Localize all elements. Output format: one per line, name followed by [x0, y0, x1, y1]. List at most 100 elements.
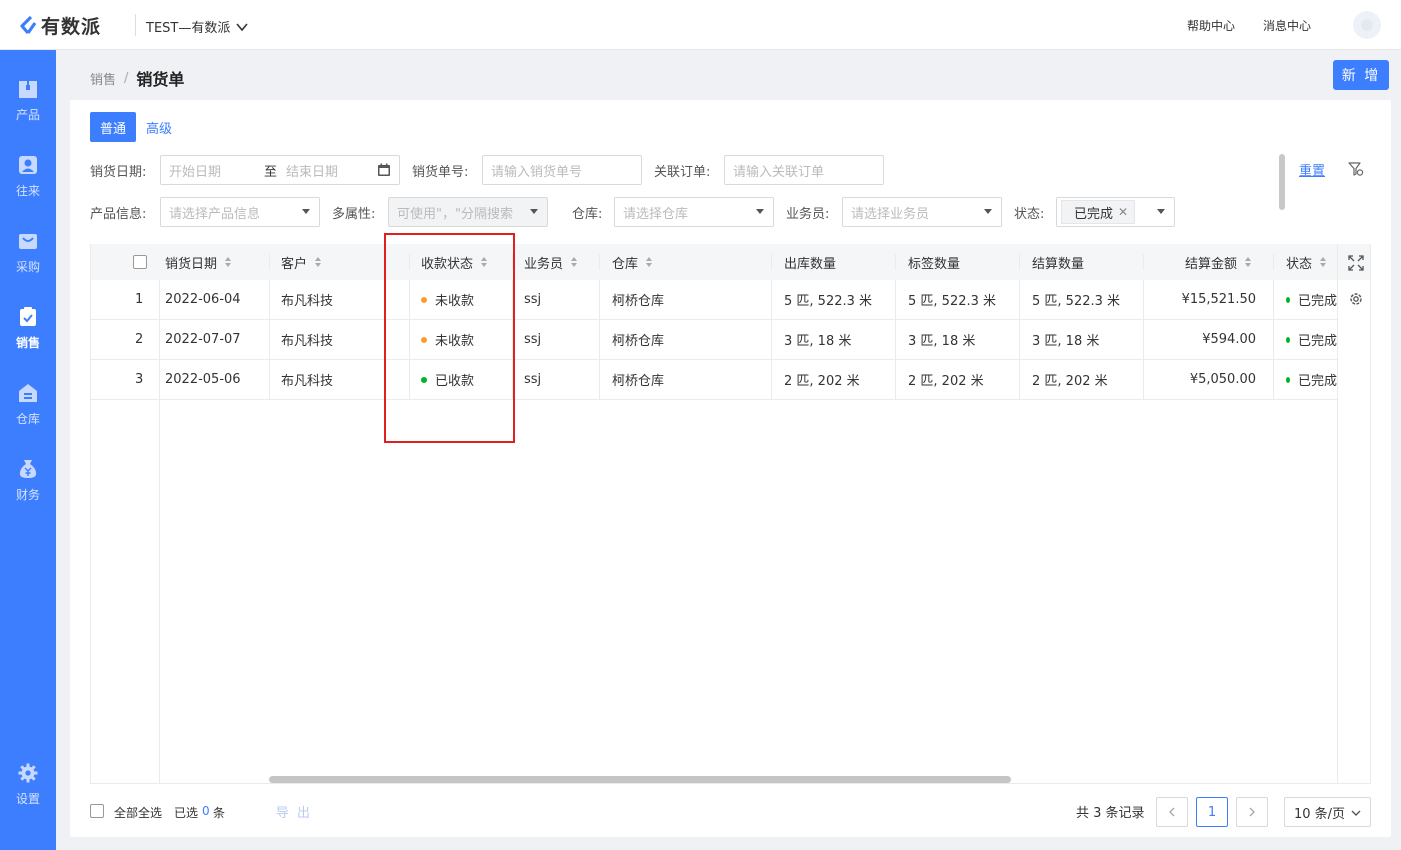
select-all-label: 全部全选 [114, 806, 163, 820]
header-label: 状态 [1286, 256, 1313, 272]
header-salesman[interactable]: 业务员 [524, 244, 578, 280]
cart-icon [17, 230, 39, 252]
sort-icon[interactable] [1320, 257, 1327, 267]
sidebar-label: 销售 [15, 336, 40, 350]
sidebar-label: 往来 [15, 184, 40, 198]
select-all-pages-checkbox[interactable] [90, 804, 104, 818]
sidebar-item-product[interactable]: 产品 [0, 78, 56, 138]
cell-customer: 布凡科技 [281, 334, 334, 349]
brand-logo[interactable]: 有数派 [18, 12, 101, 38]
next-page-button[interactable] [1236, 797, 1268, 827]
chevron-left-icon [1169, 807, 1175, 817]
column-divider[interactable] [1273, 254, 1274, 270]
header-label: 仓库 [612, 256, 639, 272]
table-row[interactable]: 3 2022-05-06 布凡科技 已收款 ssj 柯桥仓库 2 匹, 202 … [91, 360, 1337, 400]
column-divider[interactable] [895, 254, 896, 270]
new-button[interactable]: 新 增 [1333, 60, 1389, 90]
status-select[interactable]: 已完成 ✕ [1056, 197, 1175, 227]
cell-settle-amount: ¥15,521.50 [1181, 292, 1256, 307]
chevron-down-icon [236, 22, 248, 31]
cell-warehouse: 柯桥仓库 [612, 374, 665, 389]
sidebar-item-finance[interactable]: 财务 [0, 458, 56, 518]
breadcrumb: 销售 / 销货单 [90, 66, 184, 90]
product-select-placeholder: 请选择产品信息 [169, 206, 261, 222]
sort-icon[interactable] [315, 257, 322, 267]
selected-prefix: 已选 [174, 806, 199, 820]
filter-settings-icon[interactable] [1348, 161, 1364, 177]
warehouse-select[interactable]: 请选择仓库 [614, 197, 774, 227]
sidebar-item-sales[interactable]: 销售 [0, 306, 56, 366]
page-size-value: 10 条/页 [1294, 806, 1346, 822]
select-all-checkbox[interactable] [133, 255, 147, 269]
help-center-link[interactable]: 帮助中心 [1187, 17, 1235, 34]
table-row[interactable]: 1 2022-06-04 布凡科技 未收款 ssj 柯桥仓库 5 匹, 522.… [91, 280, 1337, 320]
date-end-input[interactable]: 结束日期 [286, 161, 338, 180]
product-select[interactable]: 请选择产品信息 [160, 197, 320, 227]
cell-label-qty: 3 匹, 18 米 [908, 334, 976, 349]
gear-icon [17, 762, 39, 784]
related-order-input[interactable]: 请输入关联订单 [724, 155, 884, 185]
status-dot [1286, 376, 1290, 383]
breadcrumb-separator: / [124, 70, 129, 86]
message-center-link[interactable]: 消息中心 [1263, 17, 1311, 34]
cell-customer: 布凡科技 [281, 294, 334, 309]
sort-icon[interactable] [1245, 257, 1252, 267]
row-index: 2 [135, 332, 144, 347]
column-divider[interactable] [269, 254, 270, 270]
status-text: 已完成 [1297, 374, 1337, 389]
sort-icon[interactable] [225, 257, 232, 267]
breadcrumb-parent[interactable]: 销售 [90, 69, 116, 88]
warehouse-filter-label: 仓库: [572, 207, 603, 222]
export-button[interactable]: 导 出 [266, 797, 322, 825]
order-no-input[interactable]: 请输入销货单号 [482, 155, 642, 185]
logo-mark-icon [18, 14, 38, 36]
close-icon[interactable]: ✕ [1118, 205, 1128, 219]
header-settle-amount[interactable]: 结算金额 [1185, 244, 1252, 280]
cell-date: 2022-06-04 [165, 292, 241, 307]
column-divider[interactable] [599, 254, 600, 270]
sort-icon[interactable] [571, 257, 578, 267]
tab-basic[interactable]: 普通 [90, 112, 137, 142]
sidebar-item-warehouse[interactable]: 仓库 [0, 382, 56, 442]
cell-salesman: ssj [524, 292, 542, 307]
header-customer[interactable]: 客户 [281, 244, 322, 280]
highlight-annotation [384, 233, 515, 443]
header-warehouse[interactable]: 仓库 [612, 244, 653, 280]
reset-button[interactable]: 重置 [1299, 160, 1325, 179]
cell-salesman: ssj [524, 332, 542, 347]
date-range-picker[interactable]: 开始日期 至 结束日期 [160, 155, 400, 185]
column-settings-icon[interactable] [1348, 291, 1364, 307]
header-status[interactable]: 状态 [1286, 244, 1327, 280]
warehouse-select-placeholder: 请选择仓库 [623, 206, 689, 222]
sidebar-item-contacts[interactable]: 往来 [0, 154, 56, 214]
status-dot [1286, 336, 1290, 343]
filter-scrollbar[interactable] [1279, 154, 1285, 210]
row-index: 1 [135, 292, 144, 307]
column-divider[interactable] [1143, 254, 1144, 270]
horizontal-scrollbar[interactable] [269, 776, 1011, 783]
page-number-button[interactable]: 1 [1196, 797, 1228, 827]
page-title: 销货单 [136, 70, 185, 89]
top-bar: 有数派 TEST—有数派 帮助中心 消息中心 [0, 0, 1401, 50]
tab-advanced[interactable]: 高级 [136, 112, 182, 142]
related-order-label: 关联订单: [654, 165, 711, 180]
header-out-qty: 出库数量 [784, 256, 837, 272]
sidebar-label: 采购 [15, 260, 40, 274]
sidebar-item-settings[interactable]: 设置 [0, 762, 56, 822]
attr-select[interactable]: 可使用"，"分隔搜索 [388, 197, 548, 227]
box-icon [17, 78, 39, 100]
avatar[interactable] [1353, 11, 1381, 39]
column-divider[interactable] [1019, 254, 1020, 270]
sort-icon[interactable] [646, 257, 653, 267]
header-date[interactable]: 销货日期 [165, 244, 232, 280]
salesman-select[interactable]: 请选择业务员 [842, 197, 1002, 227]
table-row[interactable]: 2 2022-07-07 布凡科技 未收款 ssj 柯桥仓库 3 匹, 18 米… [91, 320, 1337, 360]
cell-settle-amount: ¥5,050.00 [1189, 372, 1256, 387]
page-size-select[interactable]: 10 条/页 [1284, 797, 1371, 827]
fullscreen-icon[interactable] [1348, 255, 1364, 271]
date-start-input[interactable]: 开始日期 [169, 161, 221, 180]
tenant-switcher[interactable]: TEST—有数派 [146, 17, 248, 36]
column-divider[interactable] [771, 254, 772, 270]
prev-page-button[interactable] [1156, 797, 1188, 827]
sidebar-item-purchase[interactable]: 采购 [0, 230, 56, 290]
